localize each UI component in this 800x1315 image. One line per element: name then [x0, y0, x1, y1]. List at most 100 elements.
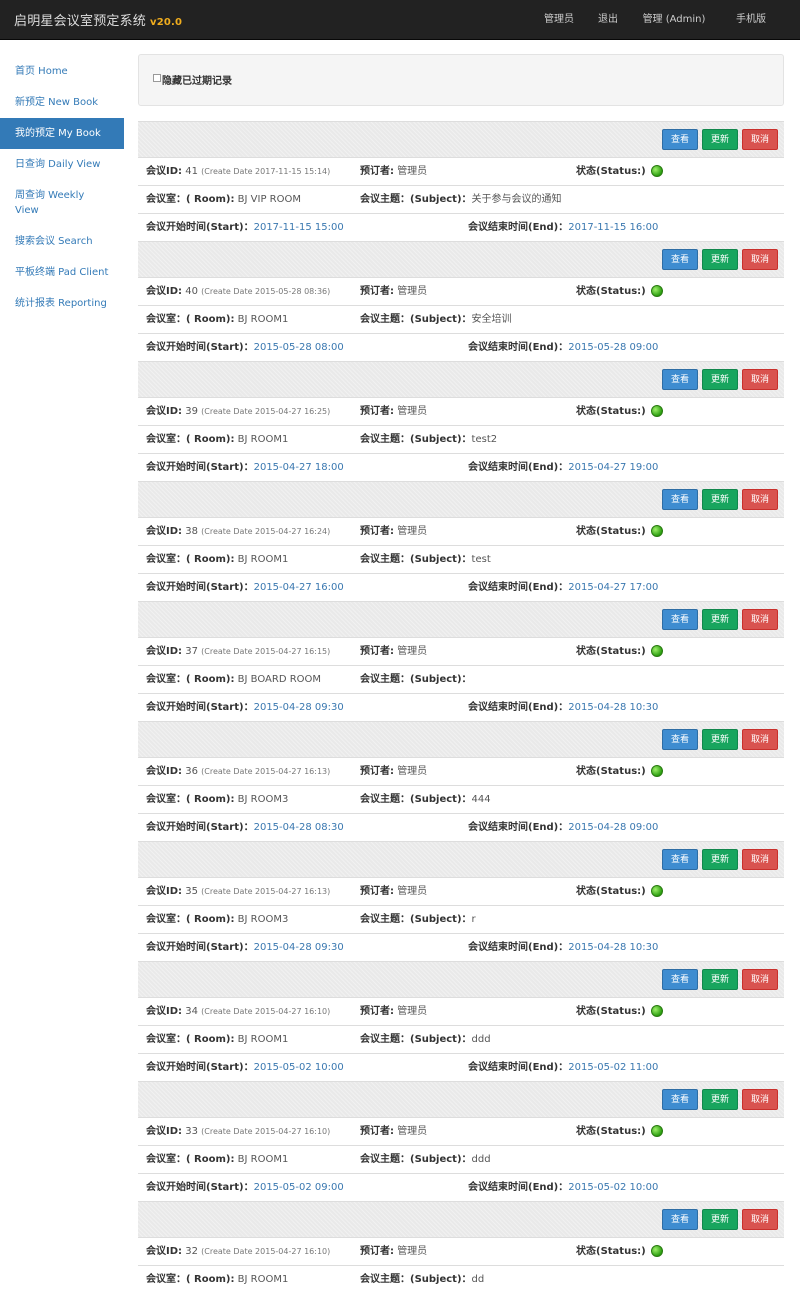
- sidebar-item[interactable]: 平板终端 Pad Client: [0, 257, 124, 288]
- subject: dd: [471, 1274, 485, 1285]
- nav-logout[interactable]: 退出: [588, 0, 628, 40]
- cancel-button[interactable]: 取消: [741, 609, 778, 630]
- hide-expired-checkbox[interactable]: [153, 74, 161, 82]
- subject-label: 会议主题：(Subject)：: [360, 194, 472, 205]
- booking-record: 查看 更新 取消 会议ID: 33 (Create Date 2015-04-2…: [138, 1081, 784, 1201]
- record-row-id: 会议ID: 40 (Create Date 2015-05-28 08:36) …: [138, 277, 784, 305]
- booker-label: 预订者:: [360, 1006, 394, 1017]
- start-time: 2017-11-15 15:00: [253, 222, 344, 233]
- update-button[interactable]: 更新: [701, 369, 738, 390]
- booker-label: 预订者:: [360, 886, 394, 897]
- hide-expired-label[interactable]: 隐藏已过期记录: [162, 72, 232, 87]
- record-actions: 查看 更新 取消: [138, 1081, 784, 1117]
- cancel-button[interactable]: 取消: [741, 129, 778, 150]
- subject: test2: [471, 434, 498, 445]
- record-row-time: 会议开始时间(Start)：2017-11-15 15:00 会议结束时间(En…: [138, 213, 784, 241]
- sidebar-item[interactable]: 日查询 Daily View: [0, 149, 124, 180]
- start-label: 会议开始时间(Start)：: [146, 222, 254, 233]
- view-button[interactable]: 查看: [661, 1089, 698, 1110]
- cancel-button[interactable]: 取消: [741, 1089, 778, 1110]
- update-button[interactable]: 更新: [701, 129, 738, 150]
- cancel-button[interactable]: 取消: [741, 489, 778, 510]
- room: BJ ROOM1: [237, 434, 289, 445]
- subject: ddd: [471, 1154, 491, 1165]
- record-row-time: 会议开始时间(Start)：2015-04-28 09:30 会议结束时间(En…: [138, 693, 784, 721]
- room-label: 会议室：( Room):: [146, 914, 235, 925]
- start-time: 2015-04-28 09:30: [253, 702, 344, 713]
- status-ok-icon: [650, 645, 663, 657]
- nav-user[interactable]: 管理员: [524, 0, 594, 40]
- view-button[interactable]: 查看: [661, 969, 698, 990]
- status-ok-icon: [650, 285, 663, 297]
- room-label: 会议室：( Room):: [146, 794, 235, 805]
- sidebar-item[interactable]: 搜索会议 Search: [0, 226, 124, 257]
- sidebar-item[interactable]: 统计报表 Reporting: [0, 288, 124, 319]
- update-button[interactable]: 更新: [701, 969, 738, 990]
- cancel-button[interactable]: 取消: [741, 249, 778, 270]
- record-row-room: 会议室：( Room): BJ ROOM1 会议主题：(Subject)：ddd: [138, 1025, 784, 1053]
- status-ok-icon: [650, 765, 663, 777]
- sidebar-item[interactable]: 周查询 Weekly View: [0, 180, 124, 226]
- cancel-button[interactable]: 取消: [741, 729, 778, 750]
- update-button[interactable]: 更新: [701, 849, 738, 870]
- booker: 管理员: [397, 1006, 428, 1017]
- booking-record: 查看 更新 取消 会议ID: 38 (Create Date 2015-04-2…: [138, 481, 784, 601]
- record-row-room: 会议室：( Room): BJ ROOM1 会议主题：(Subject)：dd: [138, 1265, 784, 1293]
- booking-list: 查看 更新 取消 会议ID: 41 (Create Date 2017-11-1…: [138, 121, 784, 1293]
- status-ok-icon: [650, 165, 663, 177]
- room-label: 会议室：( Room):: [146, 554, 235, 565]
- status-label: 状态(Status:): [576, 1006, 646, 1017]
- end-time: 2015-04-28 10:30: [568, 942, 659, 953]
- record-actions: 查看 更新 取消: [138, 961, 784, 997]
- update-button[interactable]: 更新: [701, 1209, 738, 1230]
- room-label: 会议室：( Room):: [146, 194, 235, 205]
- room-label: 会议室：( Room):: [146, 314, 235, 325]
- filter-panel: 隐藏已过期记录: [138, 54, 784, 106]
- sidebar-item[interactable]: 新预定 New Book: [0, 87, 124, 118]
- update-button[interactable]: 更新: [701, 489, 738, 510]
- view-button[interactable]: 查看: [661, 489, 698, 510]
- booker: 管理员: [397, 526, 428, 537]
- status-label: 状态(Status:): [576, 1126, 646, 1137]
- end-label: 会议结束时间(End)：: [468, 702, 569, 713]
- record-row-room: 会议室：( Room): BJ ROOM1 会议主题：(Subject)：安全培…: [138, 305, 784, 333]
- record-row-time: 会议开始时间(Start)：2015-04-28 08:30 会议结束时间(En…: [138, 813, 784, 841]
- booker: 管理员: [397, 1246, 428, 1257]
- status-ok-icon: [650, 1125, 663, 1137]
- start-time: 2015-04-27 16:00: [253, 582, 344, 593]
- brand[interactable]: 启明星会议室预定系统 v20.0: [14, 10, 182, 29]
- record-row-room: 会议室：( Room): BJ ROOM1 会议主题：(Subject)：ddd: [138, 1145, 784, 1173]
- view-button[interactable]: 查看: [661, 1209, 698, 1230]
- cancel-button[interactable]: 取消: [741, 969, 778, 990]
- view-button[interactable]: 查看: [661, 849, 698, 870]
- room-label: 会议室：( Room):: [146, 674, 235, 685]
- status-label: 状态(Status:): [576, 406, 646, 417]
- record-row-time: 会议开始时间(Start)：2015-04-28 09:30 会议结束时间(En…: [138, 933, 784, 961]
- update-button[interactable]: 更新: [701, 1089, 738, 1110]
- record-row-room: 会议室：( Room): BJ BOARD ROOM 会议主题：(Subject…: [138, 665, 784, 693]
- booker: 管理员: [397, 406, 428, 417]
- subject: r: [471, 914, 476, 925]
- cancel-button[interactable]: 取消: [741, 1209, 778, 1230]
- meeting-id: 39: [185, 406, 198, 417]
- view-button[interactable]: 查看: [661, 609, 698, 630]
- nav-mobile[interactable]: 手机版: [720, 0, 782, 40]
- sidebar-item[interactable]: 我的预定 My Book: [0, 118, 124, 149]
- view-button[interactable]: 查看: [661, 129, 698, 150]
- sidebar-item[interactable]: 首页 Home: [0, 56, 124, 87]
- update-button[interactable]: 更新: [701, 609, 738, 630]
- record-actions: 查看 更新 取消: [138, 841, 784, 877]
- booker: 管理员: [397, 286, 428, 297]
- nav-admin[interactable]: 管理 (Admin): [628, 0, 720, 40]
- subject-label: 会议主题：(Subject)：: [360, 914, 472, 925]
- start-time: 2015-04-28 09:30: [253, 942, 344, 953]
- view-button[interactable]: 查看: [661, 729, 698, 750]
- update-button[interactable]: 更新: [701, 249, 738, 270]
- cancel-button[interactable]: 取消: [741, 849, 778, 870]
- view-button[interactable]: 查看: [661, 369, 698, 390]
- record-actions: 查看 更新 取消: [138, 481, 784, 517]
- booker-label: 预订者:: [360, 286, 394, 297]
- view-button[interactable]: 查看: [661, 249, 698, 270]
- update-button[interactable]: 更新: [701, 729, 738, 750]
- cancel-button[interactable]: 取消: [741, 369, 778, 390]
